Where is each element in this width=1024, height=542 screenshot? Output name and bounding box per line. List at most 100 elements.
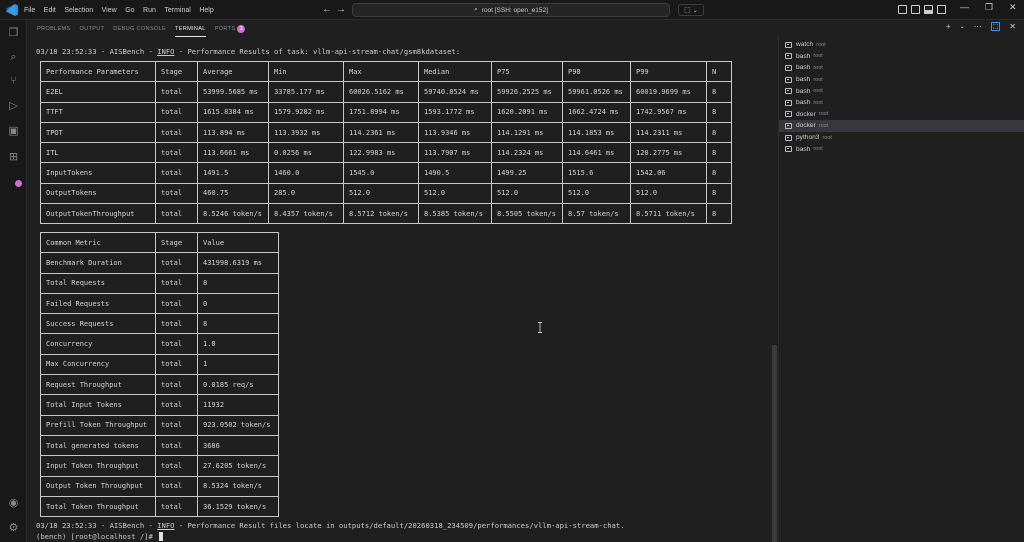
terminal-list-item[interactable]: bash root — [779, 62, 1024, 74]
column-header: Max — [343, 60, 419, 83]
search-icon[interactable]: ⌕ — [7, 51, 20, 64]
tab-debug-console[interactable]: DEBUG CONSOLE — [113, 22, 166, 36]
common-metric-table-header: Common Metric Stage Value — [40, 231, 279, 254]
account-icon[interactable]: ◉ — [7, 497, 20, 510]
tab-ports[interactable]: PORTS 3 — [215, 21, 246, 37]
performance-table-row: ITL total 113.6661 ms 0.0256 ms 122.9983 ms 1… — [40, 142, 732, 164]
table-cell: 1515.6 — [562, 162, 631, 184]
terminal-name: bash — [796, 87, 811, 95]
back-arrow-icon[interactable]: ← — [322, 3, 332, 17]
terminal-list-item[interactable]: bash root — [779, 85, 1024, 97]
table-cell: 8 — [197, 313, 279, 335]
terminal-list-item[interactable]: python3 root — [779, 132, 1024, 144]
terminal-list-item[interactable]: bash root — [779, 97, 1024, 109]
column-header: Stage — [155, 60, 198, 83]
restore-icon[interactable]: ❐ — [985, 2, 993, 13]
close-panel-icon[interactable]: ✕ — [1009, 22, 1016, 31]
common-metric-table-row: Concurrency total 1.0 — [40, 333, 279, 355]
table-cell: 59961.0526 ms — [562, 81, 631, 103]
terminal-icon — [785, 41, 792, 48]
table-cell: 0 — [197, 292, 279, 315]
terminal-list-item[interactable]: watch root — [779, 39, 1024, 51]
maximize-panel-icon[interactable]: ⬚ — [990, 22, 1001, 31]
terminal-name: bash — [796, 64, 811, 72]
text-cursor-icon — [538, 322, 542, 333]
table-cell: 1620.2091 ms — [491, 101, 563, 123]
menu-item-go[interactable]: Go — [125, 7, 134, 14]
terminal-list-item[interactable]: docker root — [779, 109, 1024, 121]
table-cell: 8 — [706, 142, 732, 164]
common-metric-table-row: Total Input Tokens total 11932 — [40, 394, 279, 416]
table-cell: Total generated tokens — [40, 434, 156, 457]
tab-terminal[interactable]: TERMINAL — [175, 22, 206, 37]
toggle-primary-sidebar-icon[interactable] — [898, 5, 907, 14]
close-icon[interactable]: ✕ — [1009, 2, 1017, 13]
table-cell: total — [155, 455, 198, 477]
table-cell: 0.0185 req/s — [197, 374, 279, 396]
title-bar: File Edit Selection View Go Run Terminal Help ←… — [0, 0, 1024, 20]
table-cell: 285.0 — [268, 182, 344, 205]
terminal-list-item[interactable]: bash root — [779, 51, 1024, 63]
extensions-icon[interactable]: ⊞ — [7, 151, 20, 164]
table-cell: 53999.5685 ms — [197, 81, 269, 103]
performance-table-header: Performance Parameters Stage Average Min Max… — [40, 60, 732, 83]
toggle-secondary-sidebar-icon[interactable] — [924, 5, 933, 14]
explorer-icon[interactable]: ❐ — [7, 27, 20, 40]
tab-output[interactable]: OUTPUT — [80, 22, 105, 36]
table-cell: total — [155, 272, 198, 294]
terminal-name: docker — [796, 122, 816, 130]
table-cell: 59740.8524 ms — [418, 81, 492, 103]
tab-label: TERMINAL — [175, 25, 206, 32]
table-cell: total — [155, 81, 198, 103]
minimize-icon[interactable]: — — [960, 2, 969, 12]
log-line-files: 03/18 23:52:33 - AISBench - INFO - Perfo… — [36, 521, 625, 530]
terminal-cursor — [159, 532, 164, 541]
chevron-down-icon[interactable]: ⌄ — [960, 23, 965, 30]
table-cell: 1579.9282 ms — [268, 101, 344, 123]
terminal-icon — [785, 99, 792, 106]
new-terminal-icon[interactable]: + — [946, 22, 951, 31]
terminal-list-item[interactable]: bash root — [779, 143, 1024, 155]
terminal-list-item[interactable]: bash root — [779, 74, 1024, 86]
table-cell: 113.6661 ms — [197, 142, 269, 164]
performance-table-row: TPOT total 113.894 ms 113.3932 ms 114.2361 m… — [40, 121, 732, 144]
terminal-list: watch root bash root bash root bash root bash roo… — [778, 36, 1024, 542]
table-cell: 1742.9567 ms — [630, 101, 707, 123]
table-cell: Total Requests — [40, 272, 156, 294]
toggle-panel-icon[interactable] — [911, 5, 920, 14]
forward-arrow-icon[interactable]: → — [336, 3, 346, 17]
more-actions-icon[interactable]: ⋯ — [974, 22, 982, 31]
terminal-name: python3 — [796, 134, 820, 142]
customize-layout-icon[interactable] — [937, 5, 946, 14]
table-cell: 114.2324 ms — [491, 142, 563, 164]
remote-explorer-icon[interactable]: ▣ — [7, 125, 20, 138]
menu-item-terminal[interactable]: Terminal — [164, 7, 190, 14]
common-metric-table-row: Total generated tokens total 3686 — [40, 434, 279, 457]
terminal-output[interactable]: 03/18 23:52:33 - AISBench - INFO - Perfo… — [36, 40, 772, 542]
common-metric-table-row: Success Requests total 8 — [40, 313, 279, 335]
table-cell: 8.5505 token/s — [491, 203, 563, 225]
table-cell: 1490.5 — [418, 162, 492, 184]
table-cell: 8 — [706, 121, 732, 144]
menu-item-run[interactable]: Run — [143, 7, 156, 14]
shell-prompt[interactable]: (bench) [root@localhost /]# — [36, 531, 164, 542]
command-center[interactable]: ⌕ root [SSH: open_e152] — [352, 3, 670, 17]
table-cell: 1460.0 — [268, 162, 344, 184]
terminal-list-item[interactable]: docker root — [779, 120, 1024, 132]
table-cell: 59926.2525 ms — [491, 81, 563, 103]
tab-problems[interactable]: PROBLEMS — [37, 22, 71, 36]
copilot-button[interactable]: ⬚ ⌄ — [678, 4, 704, 16]
run-debug-icon[interactable]: ▷ — [7, 100, 20, 113]
menu-item-file[interactable]: File — [24, 7, 35, 14]
menu-item-edit[interactable]: Edit — [44, 7, 56, 14]
terminal-icon — [785, 88, 792, 95]
menu-item-view[interactable]: View — [102, 7, 117, 14]
terminal-user: root — [822, 134, 832, 141]
menu-item-selection[interactable]: Selection — [64, 7, 93, 14]
gear-icon[interactable]: ⚙ — [7, 522, 20, 535]
table-cell: 1615.8384 ms — [197, 101, 269, 123]
column-header: P75 — [491, 60, 563, 83]
source-control-icon[interactable]: ⑂ — [7, 75, 20, 88]
menu-item-help[interactable]: Help — [199, 7, 213, 14]
terminal-scrollbar-thumb[interactable] — [772, 345, 777, 542]
